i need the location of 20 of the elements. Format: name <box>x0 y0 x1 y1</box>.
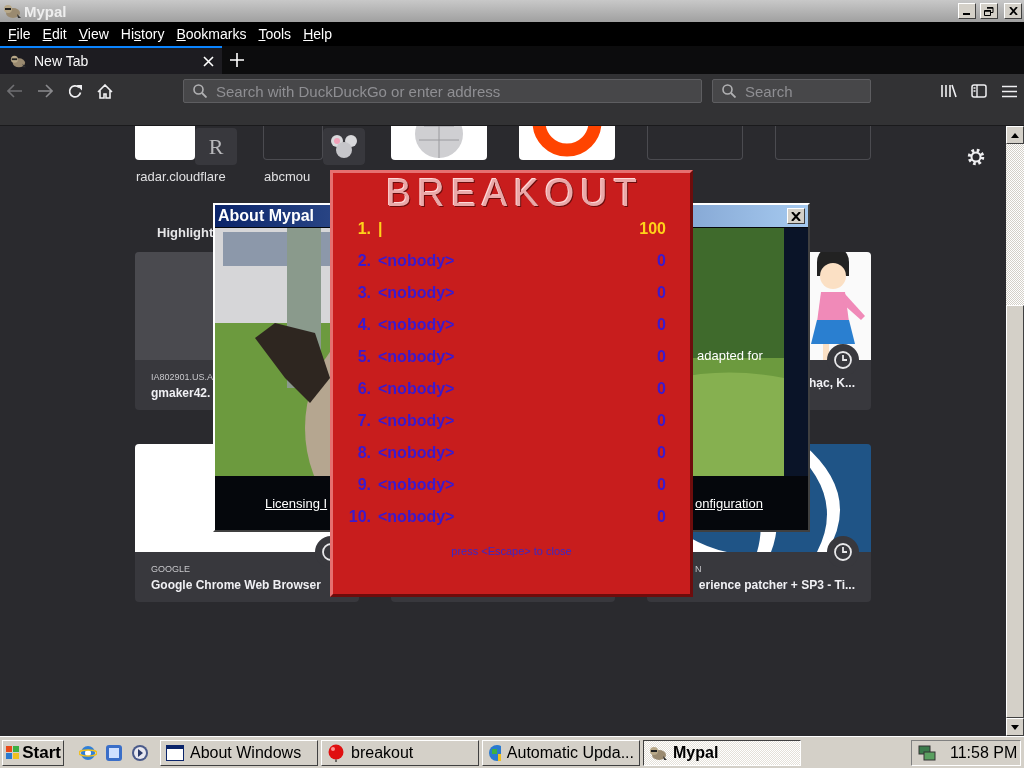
hint-text: press <Escape> to close <box>450 545 573 557</box>
player-name: <nobody> <box>378 508 456 526</box>
section-heading: Highlight <box>157 225 214 240</box>
score-rank: 9. <box>356 476 371 494</box>
window-title: Mypal <box>24 2 68 20</box>
score-value: 0 <box>657 476 666 494</box>
clock-time: 11:58 PM <box>950 743 1018 762</box>
player-name: <nobody> <box>378 476 456 494</box>
dialog-title: About Mypal <box>218 207 315 225</box>
card-title: hạc, K... <box>808 376 855 390</box>
card-title: gmaker42. <box>151 386 212 400</box>
site-letter: R <box>195 128 237 165</box>
card-source: N <box>695 564 703 574</box>
score-rank: 10. <box>347 508 371 526</box>
card-source: GOOGLE <box>151 564 191 574</box>
card-title: Google Chrome Web Browser <box>151 578 322 592</box>
score-value: 0 <box>657 508 666 526</box>
card-source: IA802901.US.A <box>151 372 215 382</box>
card-title: erience patcher + SP3 - Ti... <box>697 578 855 592</box>
game-title: BREAKOUT <box>384 173 643 213</box>
